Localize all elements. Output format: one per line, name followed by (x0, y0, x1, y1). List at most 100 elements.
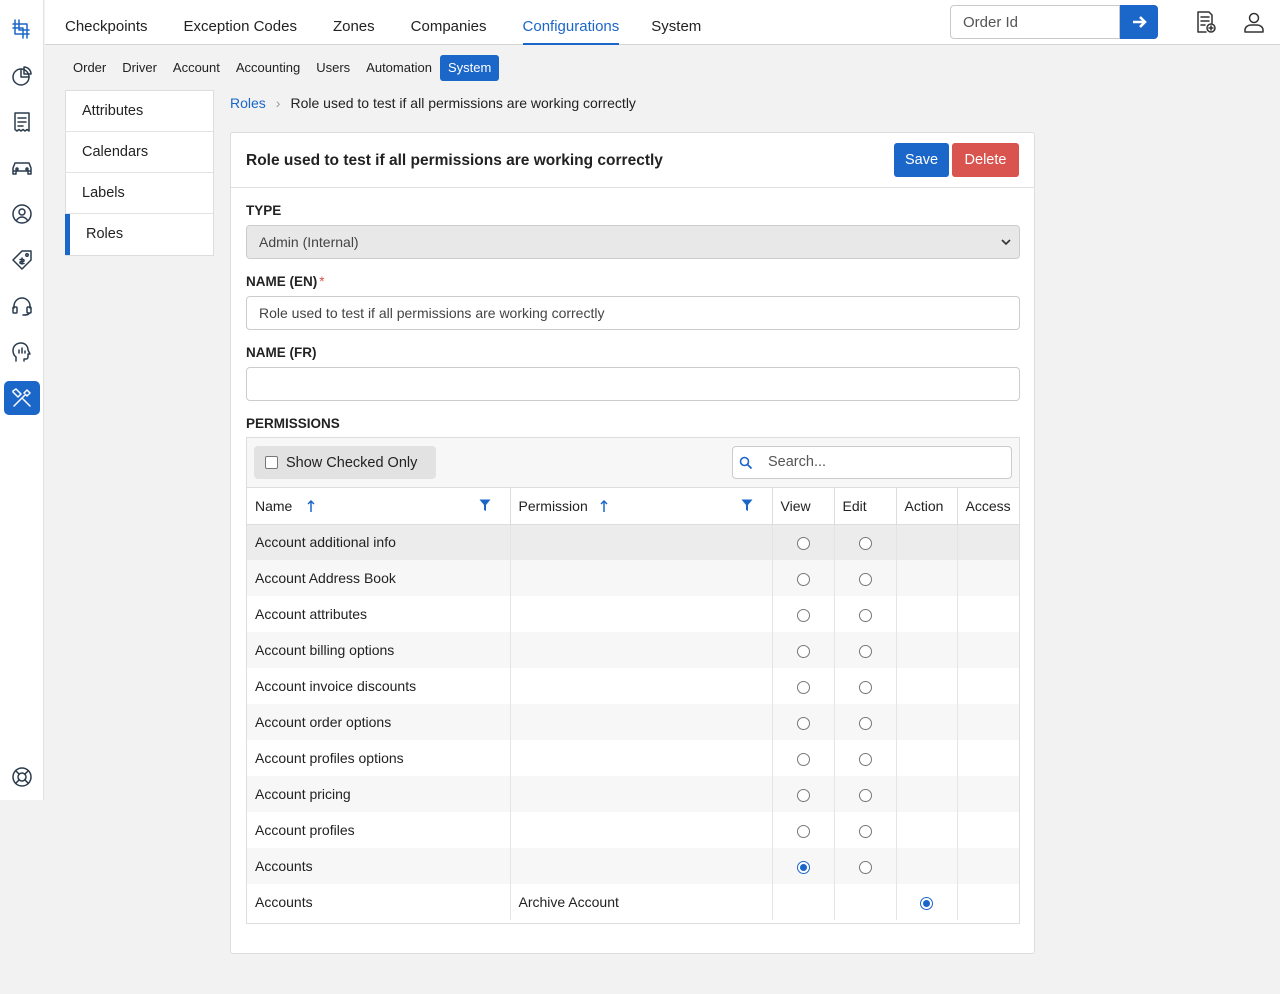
price-tag-icon[interactable] (4, 243, 40, 277)
save-button[interactable]: Save (894, 143, 949, 177)
headset-icon[interactable] (4, 289, 40, 323)
car-icon[interactable] (4, 151, 40, 185)
topnav-checkpoints[interactable]: Checkpoints (65, 0, 166, 45)
row-edit-cell (834, 560, 897, 596)
grid-toolbar: Show Checked Only Search... (247, 438, 1019, 488)
row-view-cell (772, 884, 835, 920)
subnav-accounting[interactable]: Accounting (228, 55, 308, 81)
search-icon (739, 456, 753, 470)
topnav-exception-codes[interactable]: Exception Codes (184, 0, 315, 45)
row-name-cell: Account attributes (247, 596, 511, 632)
sort-asc-icon[interactable] (599, 499, 609, 513)
edit-radio[interactable] (858, 572, 872, 586)
breadcrumb-roles-link[interactable]: Roles (230, 95, 266, 111)
edit-radio[interactable] (858, 680, 872, 694)
show-checked-checkbox[interactable] (265, 456, 278, 469)
edit-radio[interactable] (858, 537, 872, 551)
subnav-system[interactable]: System (439, 55, 500, 81)
column-header-access[interactable]: Access (957, 488, 1019, 525)
edit-radio[interactable] (858, 716, 872, 730)
receipt-icon[interactable] (4, 105, 40, 139)
order-id-input[interactable] (950, 5, 1120, 39)
column-header-edit[interactable]: Edit (834, 488, 897, 525)
name-en-input[interactable]: Role used to test if all permissions are… (246, 296, 1020, 330)
table-row: Account billing options (247, 632, 1019, 668)
edit-radio[interactable] (858, 608, 872, 622)
logo-icon[interactable] (4, 12, 40, 46)
view-radio[interactable] (796, 644, 810, 658)
edit-radio[interactable] (858, 752, 872, 766)
subnav-driver[interactable]: Driver (114, 55, 165, 81)
row-view-cell (772, 740, 835, 776)
view-radio[interactable] (796, 608, 810, 622)
delete-button[interactable]: Delete (952, 143, 1019, 177)
permissions-table-body: Account additional info Account Address B… (247, 524, 1019, 920)
row-name-cell: Accounts (247, 848, 511, 884)
view-radio[interactable] (796, 752, 810, 766)
type-select[interactable]: Admin (Internal) (246, 225, 1020, 259)
dashboard-chart-icon[interactable] (4, 59, 40, 93)
row-view-cell (772, 560, 835, 596)
column-header-action[interactable]: Action (896, 488, 958, 525)
row-action-cell (896, 812, 958, 848)
topnav-companies[interactable]: Companies (411, 0, 505, 45)
sidemenu-item-attributes[interactable]: Attributes (66, 91, 213, 132)
view-radio[interactable] (796, 716, 810, 730)
filter-icon[interactable] (479, 499, 491, 512)
row-edit-cell (834, 884, 897, 920)
sort-asc-icon[interactable] (306, 499, 316, 513)
edit-radio[interactable] (858, 860, 872, 874)
topnav-zones[interactable]: Zones (333, 0, 393, 45)
new-order-icon[interactable] (1192, 9, 1218, 35)
subnav-account[interactable]: Account (165, 55, 228, 81)
view-radio[interactable] (796, 572, 810, 586)
topnav-configurations[interactable]: Configurations (522, 0, 619, 45)
sidemenu-item-labels[interactable]: Labels (66, 173, 213, 214)
row-access-cell (957, 596, 1019, 632)
required-asterisk: * (319, 274, 325, 289)
row-edit-cell (834, 704, 897, 740)
row-view-cell (772, 704, 835, 740)
table-header-row: Name Permission View Edit Action Access (247, 488, 1019, 525)
permissions-search-input[interactable]: Search... (732, 446, 1012, 479)
filter-icon[interactable] (741, 499, 753, 512)
view-radio[interactable] (796, 680, 810, 694)
column-header-name[interactable]: Name (247, 488, 511, 525)
chevron-down-icon (1001, 239, 1011, 246)
edit-radio[interactable] (858, 824, 872, 838)
name-fr-input[interactable] (246, 367, 1020, 401)
view-radio[interactable] (796, 788, 810, 802)
user-profile-icon[interactable] (1241, 9, 1267, 35)
action-radio[interactable] (920, 896, 933, 910)
row-permission-cell (510, 848, 773, 884)
edit-radio[interactable] (858, 644, 872, 658)
row-permission-cell (510, 668, 773, 704)
view-radio[interactable] (796, 860, 810, 874)
row-name-cell: Account additional info (247, 524, 511, 560)
row-action-cell (896, 740, 958, 776)
order-go-button[interactable] (1120, 5, 1158, 39)
row-action-cell (896, 668, 958, 704)
help-lifebuoy-icon[interactable] (4, 760, 40, 794)
view-radio[interactable] (796, 824, 810, 838)
sidemenu-item-roles[interactable]: Roles (65, 214, 213, 255)
column-header-view[interactable]: View (772, 488, 835, 525)
row-action-cell (896, 776, 958, 812)
sidemenu-item-calendars[interactable]: Calendars (66, 132, 213, 173)
subnav-order[interactable]: Order (65, 55, 114, 81)
subnav-users[interactable]: Users (308, 55, 358, 81)
name-fr-label: NAME (FR) (246, 345, 317, 360)
row-edit-cell (834, 740, 897, 776)
view-radio[interactable] (796, 537, 810, 551)
column-header-permission[interactable]: Permission (510, 488, 773, 525)
analytics-head-icon[interactable] (4, 335, 40, 369)
user-circle-icon[interactable] (4, 197, 40, 231)
topnav-system[interactable]: System (651, 0, 719, 45)
row-name-cell: Account order options (247, 704, 511, 740)
permissions-table: Name Permission View Edit Action Access (247, 488, 1019, 920)
edit-radio[interactable] (858, 788, 872, 802)
show-checked-only-toggle[interactable]: Show Checked Only (254, 446, 436, 479)
subnav-automation[interactable]: Automation (358, 55, 440, 81)
row-name-cell: Account pricing (247, 776, 511, 812)
tools-icon[interactable] (4, 381, 40, 415)
